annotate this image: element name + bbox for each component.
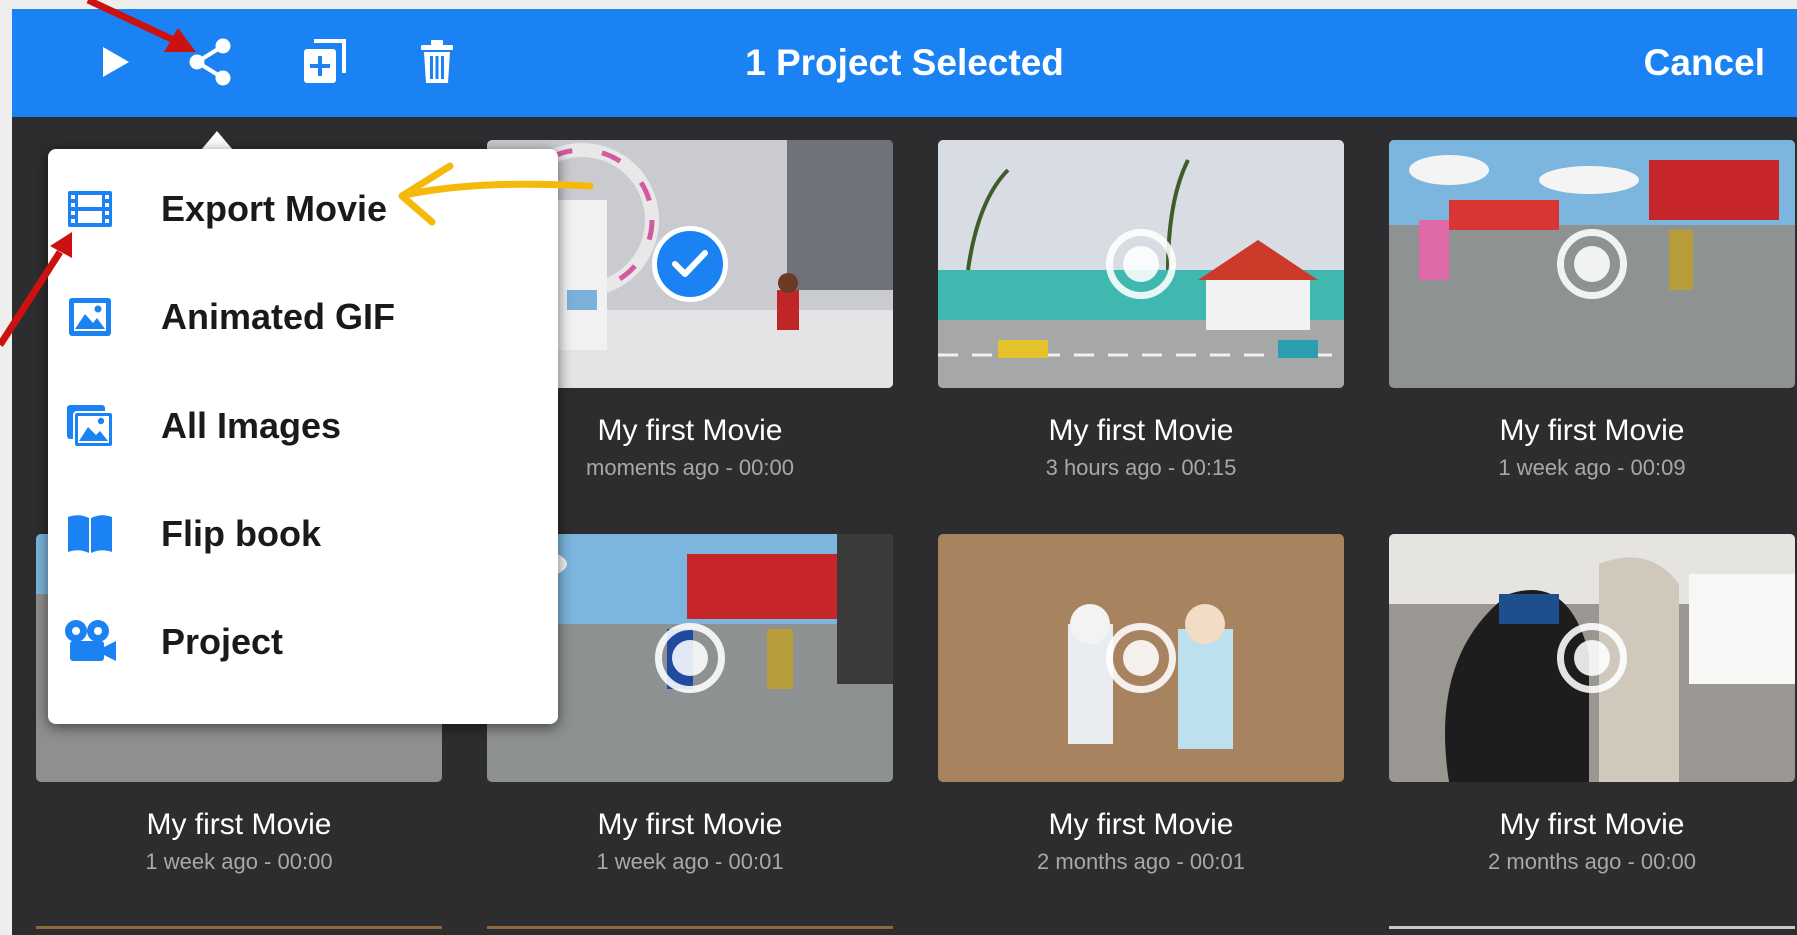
project-meta: 1 week ago - 00:09 [1498, 455, 1686, 480]
movie-camera-icon [65, 620, 116, 661]
menu-item-label: Flip book [161, 513, 321, 554]
play-icon [103, 47, 129, 77]
project-card-partial [487, 926, 893, 929]
select-toggle[interactable] [655, 623, 725, 693]
project-card[interactable]: My first Movie 2 months ago - 00:01 [938, 534, 1344, 875]
check-icon [672, 250, 708, 277]
project-thumbnail[interactable] [938, 534, 1344, 782]
select-toggle[interactable] [1106, 623, 1176, 693]
select-toggle[interactable] [1557, 623, 1627, 693]
project-thumbnail[interactable] [1389, 534, 1795, 782]
menu-pointer [201, 131, 233, 150]
share-icon [189, 38, 231, 86]
project-card[interactable]: My first Movie 2 months ago - 00:00 [1389, 534, 1795, 875]
menu-item-animated-gif[interactable]: Animated GIF [48, 267, 558, 367]
selection-title: 1 Project Selected [745, 42, 1064, 83]
project-card-partial [36, 926, 442, 929]
project-card-partial [1389, 926, 1795, 929]
menu-item-project[interactable]: Project [48, 592, 558, 692]
duplicate-button[interactable] [293, 31, 355, 93]
menu-item-label: Export Movie [161, 188, 388, 229]
project-title: My first Movie [597, 808, 783, 841]
select-toggle[interactable] [1106, 229, 1176, 299]
menu-item-flip-book[interactable]: Flip book [48, 484, 558, 584]
project-title: My first Movie [1499, 414, 1685, 447]
project-thumbnail[interactable] [1389, 140, 1795, 388]
project-thumbnail[interactable] [938, 140, 1344, 388]
project-title: My first Movie [1499, 808, 1685, 841]
share-menu: Export Movie Animated GIF All Images Fli… [48, 149, 558, 724]
cancel-button[interactable]: Cancel [1644, 9, 1765, 117]
project-meta: 1 week ago - 00:00 [145, 849, 333, 874]
project-title: My first Movie [1048, 414, 1234, 447]
select-toggle[interactable] [1557, 229, 1627, 299]
image-icon [69, 298, 111, 336]
selected-checkmark[interactable] [652, 226, 728, 302]
app-window: 1 Project Selected Cancel My first Movie… [12, 9, 1797, 935]
duplicate-icon [304, 39, 346, 83]
project-meta: 2 months ago - 00:00 [1488, 849, 1696, 874]
project-title: My first Movie [146, 808, 332, 841]
book-icon [68, 515, 112, 553]
project-title: My first Movie [1048, 808, 1234, 841]
menu-item-all-images[interactable]: All Images [48, 376, 558, 476]
film-icon [68, 191, 112, 227]
trash-icon [421, 40, 453, 83]
share-button[interactable] [179, 31, 241, 93]
play-button[interactable] [85, 31, 147, 93]
project-card[interactable]: My first Movie 1 week ago - 00:09 [1389, 140, 1795, 481]
menu-item-label: All Images [161, 405, 342, 446]
project-meta: 2 months ago - 00:01 [1037, 849, 1245, 874]
menu-item-label: Animated GIF [161, 296, 396, 337]
selection-toolbar: 1 Project Selected Cancel [12, 9, 1797, 117]
delete-button[interactable] [406, 31, 468, 93]
project-meta: 3 hours ago - 00:15 [1045, 455, 1237, 480]
images-icon [67, 405, 114, 448]
menu-item-export-movie[interactable]: Export Movie [48, 159, 558, 259]
project-card[interactable]: My first Movie 3 hours ago - 00:15 [938, 140, 1344, 481]
menu-item-label: Project [161, 621, 284, 662]
project-meta: 1 week ago - 00:01 [596, 849, 784, 874]
